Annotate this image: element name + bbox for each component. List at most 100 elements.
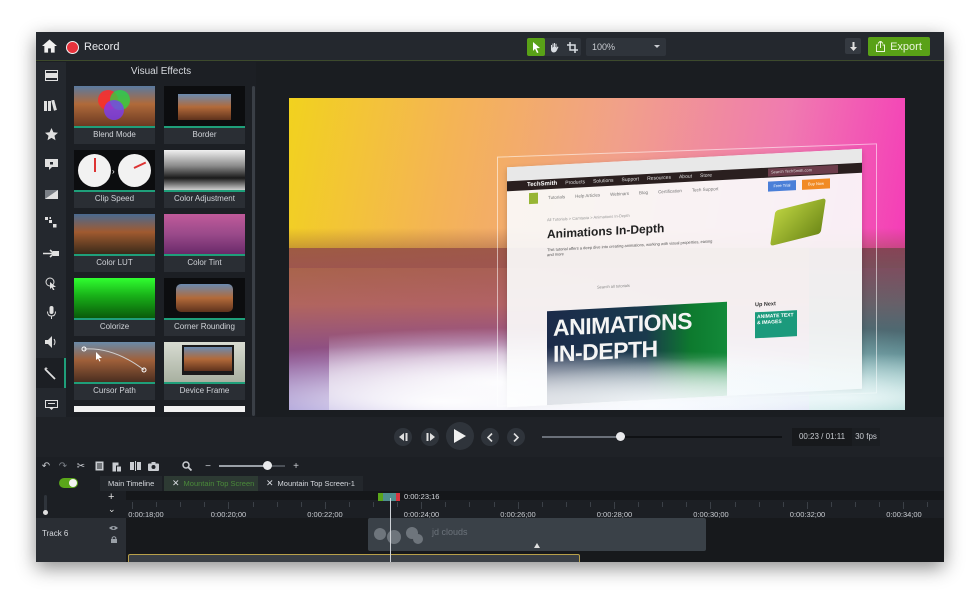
magic-wand-icon xyxy=(44,366,56,380)
snapshot-button[interactable] xyxy=(147,459,159,473)
rail-item-annotations[interactable] xyxy=(36,151,66,177)
collapse-tracks-button[interactable]: ⌄ xyxy=(108,504,116,515)
tab-main-timeline[interactable]: Main Timeline xyxy=(100,476,163,491)
arrow-down-icon xyxy=(849,41,857,51)
pan-tool-button[interactable] xyxy=(545,38,563,56)
paste-button[interactable] xyxy=(111,459,123,473)
scrubber-progress xyxy=(542,436,620,438)
rail-item-transitions[interactable] xyxy=(36,181,66,207)
ruler-tick xyxy=(662,502,664,507)
rail-item-library[interactable] xyxy=(36,92,66,118)
ruler-tick xyxy=(276,502,278,507)
nav-item: Resources xyxy=(647,174,671,182)
undo-button[interactable]: ↶ xyxy=(40,459,52,473)
play-button[interactable] xyxy=(446,422,474,450)
panel-scrollbar[interactable] xyxy=(252,86,255,416)
playhead-out-marker[interactable] xyxy=(396,493,400,501)
minus-icon: − xyxy=(205,460,211,472)
ruler-tick xyxy=(493,502,495,507)
chevron-down-icon: ⌄ xyxy=(108,504,116,514)
effect-next-row[interactable] xyxy=(74,406,155,412)
video-canvas[interactable]: TechSmith Products Solutions Support Res… xyxy=(289,98,905,410)
scrubber-handle[interactable] xyxy=(615,432,625,441)
step-forward-button[interactable] xyxy=(421,428,439,446)
playhead-handle[interactable] xyxy=(378,493,400,501)
step-back-button[interactable] xyxy=(394,428,412,446)
split-button[interactable] xyxy=(129,459,141,473)
rail-item-interactivity[interactable] xyxy=(36,392,66,418)
rail-item-voice-narration[interactable] xyxy=(36,299,66,325)
add-track-button[interactable]: + xyxy=(108,491,114,503)
timeline-zoom-slider[interactable] xyxy=(219,461,285,470)
rail-item-media[interactable] xyxy=(36,62,66,88)
record-button[interactable]: Record xyxy=(66,39,119,55)
eye-icon[interactable] xyxy=(109,525,118,531)
playhead-in-marker[interactable] xyxy=(378,493,383,501)
effect-device-frame[interactable]: Device Frame xyxy=(164,342,245,400)
rail-item-audio-effects[interactable] xyxy=(36,329,66,355)
copy-icon xyxy=(95,461,103,471)
home-icon[interactable] xyxy=(42,39,57,53)
clip-marker[interactable] xyxy=(534,543,540,548)
crop-tool-button[interactable] xyxy=(563,38,581,56)
zoom-in-button[interactable]: + xyxy=(290,459,302,473)
ruler-tick xyxy=(710,502,712,509)
rail-item-favorites[interactable] xyxy=(36,121,66,147)
zoom-slider-handle[interactable] xyxy=(262,461,272,470)
ruler-tick xyxy=(348,502,350,507)
redo-button[interactable]: ↷ xyxy=(57,459,69,473)
canvas-tools xyxy=(527,38,581,56)
timeline-clip[interactable] xyxy=(128,554,580,562)
effect-colorize[interactable]: Colorize xyxy=(74,278,155,336)
rail-item-behaviors[interactable] xyxy=(36,210,66,236)
ruler-tick xyxy=(373,502,374,507)
copy-button[interactable] xyxy=(93,459,105,473)
playhead-line[interactable] xyxy=(390,498,391,562)
effect-clip-speed[interactable]: › Clip Speed xyxy=(74,150,155,208)
effect-thumbnail xyxy=(164,86,245,128)
share-icon xyxy=(876,41,886,52)
effect-cursor-path[interactable]: Cursor Path xyxy=(74,342,155,400)
tab-mountain-top-screen-1[interactable]: ✕ Mountain Top Screen-1 xyxy=(258,476,363,491)
effect-label: Clip Speed xyxy=(94,194,135,203)
effect-blend-mode[interactable]: Blend Mode xyxy=(74,86,155,144)
download-button[interactable] xyxy=(845,38,861,54)
ruler-tick xyxy=(445,502,447,507)
ruler-tick xyxy=(204,502,206,507)
effect-corner-rounding[interactable]: Corner Rounding xyxy=(164,278,245,336)
timeline-zoom-search[interactable] xyxy=(181,459,193,473)
effect-border[interactable]: Border xyxy=(164,86,245,144)
next-marker-button[interactable] xyxy=(507,428,525,446)
ruler-tick xyxy=(397,502,399,507)
close-icon[interactable]: ✕ xyxy=(172,478,180,488)
rail-item-visual-effects[interactable] xyxy=(36,358,66,388)
effect-color-adjustment[interactable]: Color Adjustment xyxy=(164,150,245,208)
zoom-level-dropdown[interactable]: 100% xyxy=(586,38,666,56)
close-icon[interactable]: ✕ xyxy=(266,478,274,488)
effect-color-lut[interactable]: Color LUT xyxy=(74,214,155,272)
camtasia-window: Record 100% Export Visual Effects Blend … xyxy=(36,32,944,562)
canvas-clouds-front xyxy=(289,328,905,410)
ruler-tick xyxy=(927,502,929,507)
effect-next-row[interactable] xyxy=(164,406,245,412)
timeline-toggle[interactable] xyxy=(59,478,78,488)
zoom-out-button[interactable]: − xyxy=(202,459,214,473)
ruler-tick xyxy=(686,502,688,507)
previous-marker-button[interactable] xyxy=(481,428,499,446)
lock-icon[interactable] xyxy=(111,536,117,543)
rail-item-cursor-effects[interactable] xyxy=(36,270,66,296)
effect-thumbnail xyxy=(164,406,245,412)
effect-color-tint[interactable]: Color Tint xyxy=(164,214,245,272)
rail-item-animations[interactable] xyxy=(36,240,66,266)
effect-thumbnail: › xyxy=(74,150,155,192)
tab-mountain-top-screen[interactable]: ✕ Mountain Top Screen xyxy=(164,476,263,491)
select-tool-button[interactable] xyxy=(527,38,545,56)
subnav-item: Tutorials xyxy=(548,193,566,200)
playback-scrubber[interactable] xyxy=(542,432,782,441)
cut-button[interactable]: ✂ xyxy=(75,459,87,473)
export-button[interactable]: Export xyxy=(868,37,930,56)
timeline-clip[interactable]: jd clouds xyxy=(368,518,706,551)
ruler-top-band xyxy=(126,491,944,500)
timeline-ruler[interactable]: 0:00:23;16 0:00:18;00 0:00:20;00 0:00:22;0… xyxy=(126,491,944,519)
track-height-handle[interactable] xyxy=(43,510,48,515)
